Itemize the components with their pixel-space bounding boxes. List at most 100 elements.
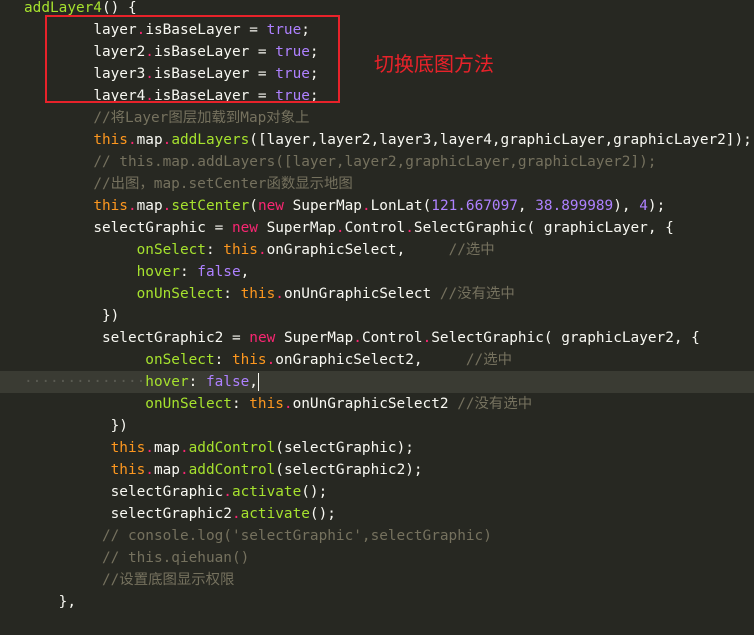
code-line[interactable]: }) xyxy=(0,415,754,437)
code-token: . xyxy=(136,22,146,38)
code-token: 4 xyxy=(639,198,648,214)
code-line[interactable]: selectGraphic2 = new SuperMap.Control.Se… xyxy=(0,327,754,349)
code-token: //出图，map.setCenter函数显示地图 xyxy=(93,176,353,192)
code-token: ); xyxy=(647,198,666,214)
code-token: //没有选中 xyxy=(457,396,533,412)
code-token: addControl xyxy=(188,462,276,478)
text-cursor xyxy=(257,373,259,391)
code-line[interactable]: // this.map.addLayers([layer,layer2,grap… xyxy=(0,151,754,173)
code-line[interactable]: addLayer4() { xyxy=(0,0,754,19)
code-token: . xyxy=(145,66,154,82)
code-line[interactable]: layer.isBaseLayer = true; xyxy=(0,19,754,41)
code-token: true xyxy=(275,44,310,60)
code-token: isBaseLayer = xyxy=(153,66,276,82)
code-line[interactable]: this.map.addControl(selectGraphic2); xyxy=(0,459,754,481)
code-line[interactable]: selectGraphic = new SuperMap.Control.Sel… xyxy=(0,217,754,239)
code-token: SuperMap xyxy=(257,220,336,236)
code-token: . xyxy=(405,220,414,236)
code-token: . xyxy=(179,440,189,456)
code-token: }) xyxy=(101,308,120,324)
code-token: layer xyxy=(93,22,137,38)
code-token: SuperMap xyxy=(283,198,362,214)
code-line[interactable]: // console.log('selectGraphic',selectGra… xyxy=(0,525,754,547)
code-line[interactable]: //出图，map.setCenter函数显示地图 xyxy=(0,173,754,195)
code-token: ; xyxy=(309,88,319,104)
code-token: isBaseLayer = xyxy=(145,22,267,38)
code-token: onUnSelect xyxy=(136,286,224,302)
code-line[interactable]: }, xyxy=(0,591,754,613)
code-line[interactable]: onUnSelect: this.onUnGraphicSelect2 //没有… xyxy=(0,393,754,415)
code-token: layer3 xyxy=(93,66,146,82)
code-line[interactable]: this.map.addLayers([layer,layer2,layer3,… xyxy=(0,129,754,151)
code-token: isBaseLayer = xyxy=(153,44,276,60)
code-token: , xyxy=(249,374,258,390)
code-line[interactable]: onSelect: this.onGraphicSelect2, //选中 xyxy=(0,349,754,371)
code-line[interactable]: onSelect: this.onGraphicSelect, //选中 xyxy=(0,239,754,261)
code-token: }, xyxy=(58,594,76,610)
code-token: activate xyxy=(240,506,310,522)
code-line[interactable]: //设置底图显示权限 xyxy=(0,569,754,591)
code-token: ( xyxy=(249,198,258,214)
code-token: hover xyxy=(136,264,180,280)
code-line[interactable]: }) xyxy=(0,305,754,327)
code-token: selectGraphic2 xyxy=(110,506,232,522)
code-line[interactable]: onUnSelect: this.onUnGraphicSelect //没有选… xyxy=(0,283,754,305)
code-token: ([layer,layer2,layer3,layer4,graphicLaye… xyxy=(249,132,752,148)
code-token: (); xyxy=(301,484,328,500)
code-token: isBaseLayer = xyxy=(153,88,276,104)
code-token: // console.log('selectGraphic',selectGra… xyxy=(101,528,492,544)
code-token: LonLat( xyxy=(370,198,432,214)
code-line[interactable]: //将Layer图层加载到Map对象上 xyxy=(0,107,754,129)
code-token: . xyxy=(179,462,189,478)
code-line[interactable]: selectGraphic2.activate(); xyxy=(0,503,754,525)
code-line[interactable]: this.map.addControl(selectGraphic); xyxy=(0,437,754,459)
code-line[interactable]: // this.qiehuan() xyxy=(0,547,754,569)
code-token: new xyxy=(231,220,258,236)
code-token: map xyxy=(136,198,163,214)
code-token: . xyxy=(353,330,362,346)
code-token: onGraphicSelect, xyxy=(266,242,449,258)
code-token: onUnGraphicSelect xyxy=(283,286,440,302)
code-line[interactable]: ··············hover: false, xyxy=(0,371,754,393)
code-token: addControl xyxy=(188,440,276,456)
code-line[interactable]: selectGraphic.activate(); xyxy=(0,481,754,503)
code-token: selectGraphic xyxy=(110,484,224,500)
code-token: addLayers xyxy=(171,132,250,148)
code-token: this xyxy=(240,286,276,302)
code-token: // this.map.addLayers([layer,layer2,grap… xyxy=(93,154,657,170)
code-token: // this.qiehuan() xyxy=(101,550,250,566)
code-token: . xyxy=(145,88,154,104)
code-line[interactable]: layer4.isBaseLayer = true; xyxy=(0,85,754,107)
code-line[interactable]: hover: false, xyxy=(0,261,754,283)
code-editor[interactable]: addLayer4() { layer.isBaseLayer = true; … xyxy=(0,0,754,615)
code-token: : xyxy=(231,396,250,412)
code-token: this xyxy=(110,462,146,478)
code-token: : xyxy=(223,286,241,302)
code-line[interactable]: this.map.setCenter(new SuperMap.LonLat(1… xyxy=(0,195,754,217)
code-token: map xyxy=(153,462,180,478)
code-token: SelectGraphic( graphicLayer2, { xyxy=(431,330,700,346)
code-token: : xyxy=(179,264,198,280)
code-token: Control xyxy=(361,330,423,346)
code-line[interactable] xyxy=(0,613,754,635)
code-token: this xyxy=(110,440,146,456)
code-token: (selectGraphic); xyxy=(275,440,414,456)
code-token: onSelect xyxy=(145,352,215,368)
code-token: setCenter xyxy=(171,198,250,214)
code-token: . xyxy=(275,286,284,302)
code-token: this xyxy=(223,242,258,258)
